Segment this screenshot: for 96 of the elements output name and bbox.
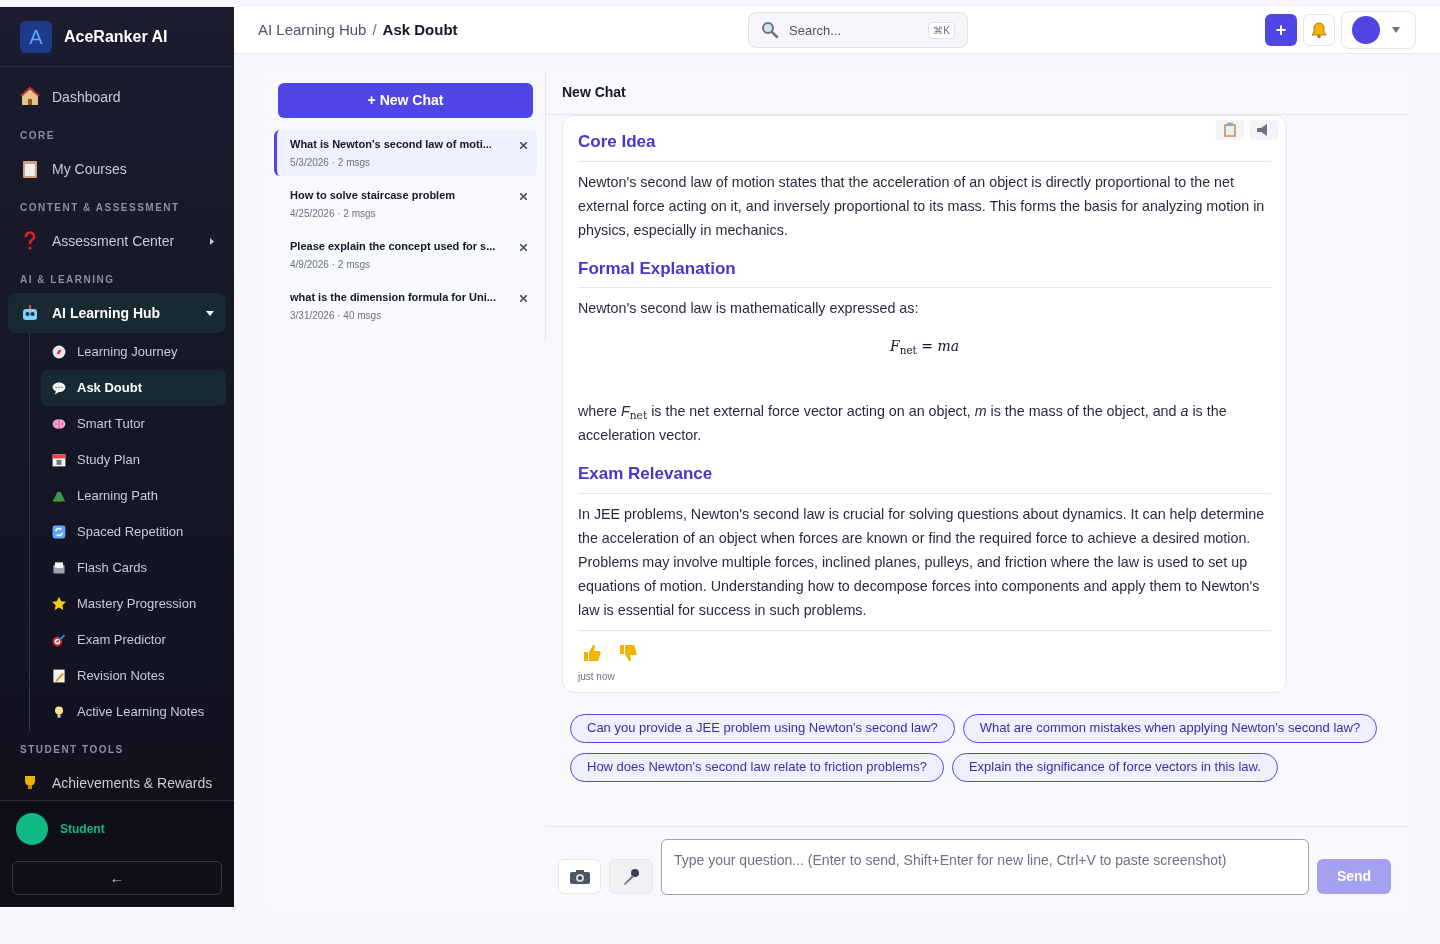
nav-subitem[interactable]: Flash Cards <box>41 550 226 586</box>
shortcut-hint: ⌘K <box>928 22 955 39</box>
microphone-icon <box>622 867 640 886</box>
clipboard-icon <box>1223 122 1237 138</box>
close-icon <box>519 141 527 149</box>
camera-button[interactable] <box>558 859 601 894</box>
suggestion-chip[interactable]: How does Newton's second law relate to friction problems? <box>570 752 944 782</box>
page-title: Ask Doubt <box>382 19 458 40</box>
chat-meta: 3/31/2026 · 40 msgs <box>290 308 383 323</box>
chat-history-item[interactable]: what is the dimension formula for Uni... 3/31/2026 · 40 msgs <box>274 283 537 329</box>
chat-meta: 4/9/2026 · 2 msgs <box>290 257 372 272</box>
nav-subitem[interactable]: Exam Predictor <box>41 622 226 658</box>
close-icon <box>519 243 527 251</box>
microphone-button[interactable] <box>609 859 653 894</box>
delete-button[interactable] <box>517 292 529 304</box>
paragraph: Newton's second law is mathematically expressed as: <box>578 299 920 318</box>
thumbs-down-button[interactable] <box>618 642 638 663</box>
bell-icon <box>1310 21 1328 39</box>
delete-button[interactable] <box>517 139 529 151</box>
nav-subitem[interactable]: Learning Path <box>41 478 226 514</box>
equation: F$_{net}$ = ma <box>889 337 960 357</box>
chat-title: What is Newton's second law of moti... <box>290 137 493 153</box>
nav-item[interactable]: Assessment Center <box>8 221 226 261</box>
collapse-button[interactable]: ← <box>12 861 222 895</box>
thumbs-up-button[interactable] <box>582 642 602 663</box>
caret-icon <box>1392 27 1400 33</box>
section-heading: Exam Relevance <box>578 461 1271 494</box>
brand-name: AceRanker AI <box>64 26 168 47</box>
speak-button[interactable] <box>1250 120 1278 140</box>
notifications-button[interactable] <box>1303 14 1335 46</box>
avatar <box>16 813 48 845</box>
section-heading: Core Idea <box>578 129 1271 162</box>
breadcrumb-separator: / <box>372 19 377 40</box>
section-heading: CONTENT & ASSESSMENT <box>19 201 181 215</box>
suggestion-chip[interactable]: Explain the significance of force vectors in this law. <box>951 752 1278 782</box>
note-icon <box>51 668 67 684</box>
nav-subitem[interactable]: Ask Doubt <box>41 370 226 406</box>
nav-group[interactable]: AI Learning Hub <box>8 293 226 333</box>
paragraph: where F$_{net}$ is the net external force vector acting on an object, m is the mass of the object, and a is the acceleration vector. <box>578 402 1228 445</box>
brain-icon <box>51 416 67 432</box>
close-icon <box>519 192 527 200</box>
section-heading: Formal Explanation <box>578 255 1271 288</box>
user-name: Student <box>60 821 105 838</box>
profile-menu-button[interactable] <box>1341 11 1416 49</box>
nav-subitem[interactable]: Smart Tutor <box>41 406 226 442</box>
chat-title: How to solve staircase problem <box>290 188 457 204</box>
nav-subitem[interactable]: Mastery Progression <box>41 586 226 622</box>
chat-meta: 5/3/2026 · 2 msgs <box>290 155 372 170</box>
chat-title: New Chat <box>562 83 626 102</box>
thumbs-down-icon <box>618 642 638 663</box>
avatar <box>1352 16 1380 44</box>
logo-icon: A <box>20 20 52 53</box>
card-icon <box>51 560 67 576</box>
nav-item[interactable]: My Courses <box>8 149 226 189</box>
nav-subitem[interactable]: Active Learning Notes <box>41 694 226 730</box>
delete-button[interactable] <box>517 241 529 253</box>
message-time: just now <box>578 669 616 684</box>
search-icon <box>761 21 779 39</box>
nav-subitem[interactable]: Revision Notes <box>41 658 226 694</box>
star-icon <box>51 596 67 612</box>
compass-icon <box>51 344 67 360</box>
breadcrumb-link[interactable]: AI Learning Hub <box>258 18 367 42</box>
paragraph: In JEE problems, Newton's second law is crucial for solving questions about dynamics. It can help determine the acceleration of an object when forces are known or find the required force to achieve a desired motion. Problems may involve multiple forces, inclined planes, pulleys, and friction where the law is used to set up equations of motion. Understanding how to decompose forces into components and apply them to Newton's law is essential for success in such problems. <box>578 504 1266 620</box>
caret-right-icon <box>210 237 214 245</box>
thumbs-up-icon <box>582 642 602 663</box>
clipboard-icon <box>20 159 40 179</box>
nav-subitem[interactable]: Learning Journey <box>41 334 226 370</box>
nav-subitem[interactable]: Spaced Repetition <box>41 514 226 550</box>
nav-item[interactable]: Dashboard <box>8 77 226 117</box>
speech-bubble-icon <box>51 380 67 396</box>
nav-subitem[interactable]: Study Plan <box>41 442 226 478</box>
add-button[interactable]: + <box>1265 14 1297 46</box>
nav-item[interactable]: Achievements & Rewards <box>8 763 226 800</box>
camera-icon <box>568 868 591 885</box>
paragraph: Newton's second law of motion states that the acceleration of an object is directly proportional to the net external force acting on it, and inversely proportional to its mass. This forms the basis for analyzing motion in physics, especially in mechanics. <box>578 172 1266 240</box>
section-heading: STUDENT TOOLS <box>19 743 125 757</box>
chat-meta: 4/25/2026 · 2 msgs <box>290 206 377 221</box>
chat-history-item[interactable]: How to solve staircase problem 4/25/2026 · 2 msgs <box>274 181 537 227</box>
caret-down-icon <box>206 310 214 316</box>
robot-icon <box>20 303 40 323</box>
section-heading: AI & LEARNING <box>19 273 116 287</box>
chat-history-item[interactable]: Please explain the concept used for s... 4/9/2026 · 2 msgs <box>274 232 537 278</box>
chat-title: what is the dimension formula for Uni... <box>290 290 497 306</box>
chat-title: Please explain the concept used for s... <box>290 239 497 255</box>
section-heading: CORE <box>19 129 56 143</box>
suggestion-chip[interactable]: What are common mistakes when applying Newton's second law? <box>962 713 1378 743</box>
delete-button[interactable] <box>517 190 529 202</box>
suggestion-chip[interactable]: Can you provide a JEE problem using Newton's second law? <box>570 713 955 743</box>
question-field[interactable]: Type your question... (Enter to send, Shift+Enter for new line, Ctrl+V to paste screenshot) <box>661 839 1309 895</box>
close-icon <box>519 294 527 302</box>
chat-history-item[interactable]: What is Newton's second law of moti... 5/3/2026 · 2 msgs <box>274 130 537 176</box>
house-icon <box>20 87 40 107</box>
target-icon <box>51 632 67 648</box>
calendar-icon <box>51 452 67 468</box>
refresh-icon <box>51 524 67 540</box>
new-chat-button[interactable]: + New Chat <box>278 83 533 118</box>
